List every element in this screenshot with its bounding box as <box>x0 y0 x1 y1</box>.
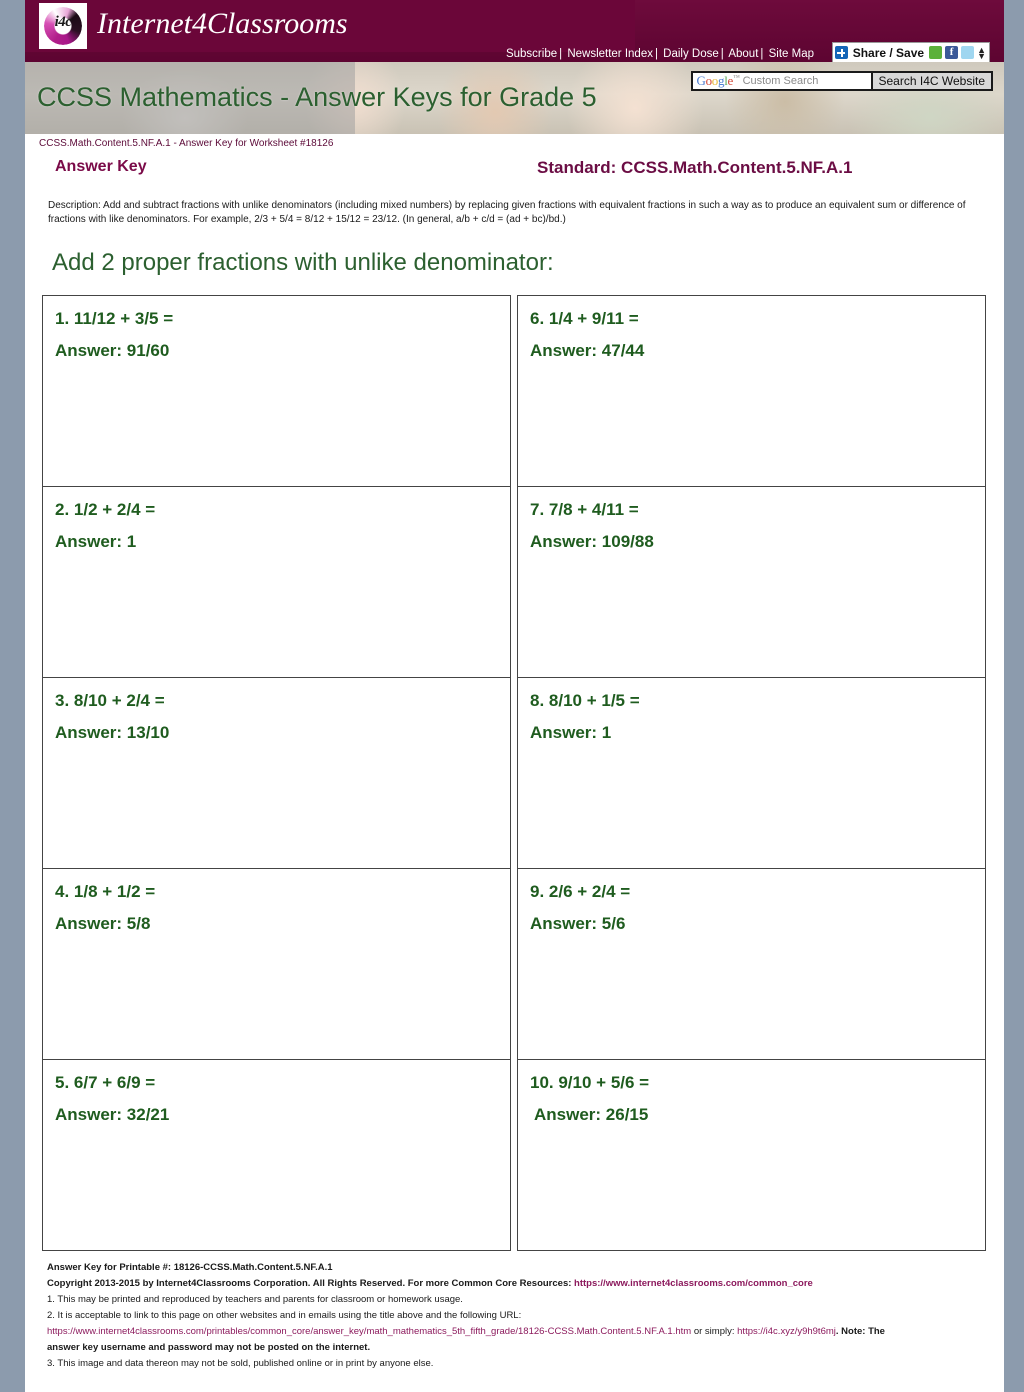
sharethis-icon[interactable] <box>929 46 943 59</box>
question-text: 7. 7/8 + 4/11 = <box>530 500 639 519</box>
question-cell: 9. 2/6 + 2/4 = Answer: 5/6 <box>518 869 985 1060</box>
answer-text: Answer: 13/10 <box>55 723 170 742</box>
answer-text: Answer: 1 <box>530 723 612 742</box>
question-text: 9. 2/6 + 2/4 = <box>530 882 631 901</box>
standard-badge: Standard: CCSS.Math.Content.5.NF.A.1 <box>537 158 853 177</box>
footer-note-2-continued: answer key username and password may not… <box>47 1342 371 1353</box>
share-save-label: Share / Save <box>852 45 925 60</box>
worksheet-short-url[interactable]: https://i4c.xyz/y9h9t6mj <box>737 1326 836 1337</box>
question-cell: 1. 11/12 + 3/5 = Answer: 91/60 <box>43 296 510 487</box>
printable-id-line: Answer Key for Printable #: 18126-CCSS.M… <box>47 1262 333 1273</box>
standard-description: Description: Add and subtract fractions … <box>48 200 966 225</box>
answer-text: Answer: 47/44 <box>530 341 645 360</box>
footer-url-line: https://www.internet4classrooms.com/prin… <box>47 1324 994 1340</box>
question-cell: 5. 6/7 + 6/9 = Answer: 32/21 <box>43 1060 510 1251</box>
question-cell: 10. 9/10 + 5/6 = Answer: 26/15 <box>518 1060 985 1251</box>
question-text: 6. 1/4 + 9/11 = <box>530 309 639 328</box>
answer-text: Answer: 91/60 <box>55 341 170 360</box>
nav-separator: | <box>760 48 764 60</box>
worksheet-heading: Add 2 proper fractions with unlike denom… <box>52 249 554 276</box>
i4c-logo[interactable]: i4c <box>39 3 87 49</box>
nav-link-subscribe[interactable]: Subscribe <box>506 48 557 60</box>
copyright-line: Copyright 2013-2015 by Internet4Classroo… <box>47 1276 994 1292</box>
or-simply-text: or simply: <box>691 1326 738 1337</box>
question-text: 4. 1/8 + 1/2 = <box>55 882 156 901</box>
common-core-link[interactable]: https://www.internet4classrooms.com/comm… <box>574 1278 813 1289</box>
google-wordmark: Google™ <box>696 73 740 88</box>
nav-separator: | <box>654 48 658 60</box>
question-cell: 8. 8/10 + 1/5 = Answer: 1 <box>518 678 985 869</box>
copyright-text: Copyright 2013-2015 by Internet4Classroo… <box>47 1278 575 1289</box>
more-arrows-icon[interactable]: ▲ ▼ <box>977 45 986 60</box>
search-placeholder: Custom Search <box>742 75 819 87</box>
question-cell: 7. 7/8 + 4/11 = Answer: 109/88 <box>518 487 985 678</box>
question-text: 10. 9/10 + 5/6 = <box>530 1073 650 1092</box>
page-banner: CCSS Mathematics - Answer Keys for Grade… <box>25 62 1004 134</box>
nav-link-newsletter-index[interactable]: Newsletter Index <box>567 48 653 60</box>
question-column-left: 1. 11/12 + 3/5 = Answer: 91/60 2. 1/2 + … <box>42 295 511 1251</box>
nav-link-daily-dose[interactable]: Daily Dose <box>663 48 719 60</box>
note-suffix: . Note: The <box>835 1326 885 1337</box>
answer-text: Answer: 1 <box>55 532 137 551</box>
facebook-icon[interactable]: f <box>945 46 959 59</box>
twitter-icon[interactable] <box>961 46 975 59</box>
search-button[interactable]: Search I4C Website <box>872 71 993 91</box>
answer-text: Answer: 5/8 <box>55 914 151 933</box>
nav-separator: | <box>559 48 563 60</box>
question-cell: 6. 1/4 + 9/11 = Answer: 47/44 <box>518 296 985 487</box>
answer-key-header-row: Answer Key Standard: CCSS.Math.Content.5… <box>25 158 1004 190</box>
nav-link-site-map[interactable]: Site Map <box>769 48 814 60</box>
answer-key-label: Answer Key <box>55 158 147 175</box>
question-text: 1. 11/12 + 3/5 = <box>55 309 174 328</box>
question-cell: 4. 1/8 + 1/2 = Answer: 5/8 <box>43 869 510 1060</box>
footer-note-1: 1. This may be printed and reproduced by… <box>47 1294 463 1305</box>
question-text: 5. 6/7 + 6/9 = <box>55 1073 156 1092</box>
question-text: 8. 8/10 + 1/5 = <box>530 691 640 710</box>
question-cell: 3. 8/10 + 2/4 = Answer: 13/10 <box>43 678 510 869</box>
site-search: Google™ Custom Search Search I4C Website <box>690 71 993 91</box>
search-input[interactable]: Google™ Custom Search <box>690 71 873 91</box>
page-title: CCSS Mathematics - Answer Keys for Grade… <box>37 82 597 112</box>
answer-text: Answer: 5/6 <box>530 914 626 933</box>
question-grid: 1. 11/12 + 3/5 = Answer: 91/60 2. 1/2 + … <box>42 295 987 1251</box>
brand-name: Internet4Classrooms <box>97 7 348 40</box>
logo-text: i4c <box>54 14 72 30</box>
question-column-right: 6. 1/4 + 9/11 = Answer: 47/44 7. 7/8 + 4… <box>517 295 986 1251</box>
page-footer: Answer Key for Printable #: 18126-CCSS.M… <box>47 1260 994 1372</box>
question-text: 3. 8/10 + 2/4 = <box>55 691 165 710</box>
worksheet-long-url[interactable]: https://www.internet4classrooms.com/prin… <box>47 1326 691 1337</box>
question-cell: 2. 1/2 + 2/4 = Answer: 1 <box>43 487 510 678</box>
nav-separator: | <box>720 48 724 60</box>
plus-icon <box>834 46 848 59</box>
footer-note-2: 2. It is acceptable to link to this page… <box>47 1310 522 1321</box>
share-save-widget[interactable]: Share / Save f ▲ ▼ <box>831 42 990 62</box>
footer-note-3: 3. This image and data thereon may not b… <box>47 1358 434 1369</box>
page-canvas: i4c Internet4Classrooms Subscribe | Newsl… <box>25 0 1004 1392</box>
site-header: i4c Internet4Classrooms Subscribe | Newsl… <box>25 0 1004 62</box>
question-text: 2. 1/2 + 2/4 = <box>55 500 156 519</box>
trademark-glyph: ™ <box>733 73 740 82</box>
header-nav: Subscribe | Newsletter Index | Daily Dose |… <box>506 48 814 60</box>
answer-text: Answer: 32/21 <box>55 1105 170 1124</box>
worksheet-id-line: CCSS.Math.Content.5.NF.A.1 - Answer Key … <box>39 138 334 149</box>
nav-link-about[interactable]: About <box>728 48 758 60</box>
answer-text: Answer: 109/88 <box>530 532 654 551</box>
answer-text: Answer: 26/15 <box>534 1105 649 1124</box>
